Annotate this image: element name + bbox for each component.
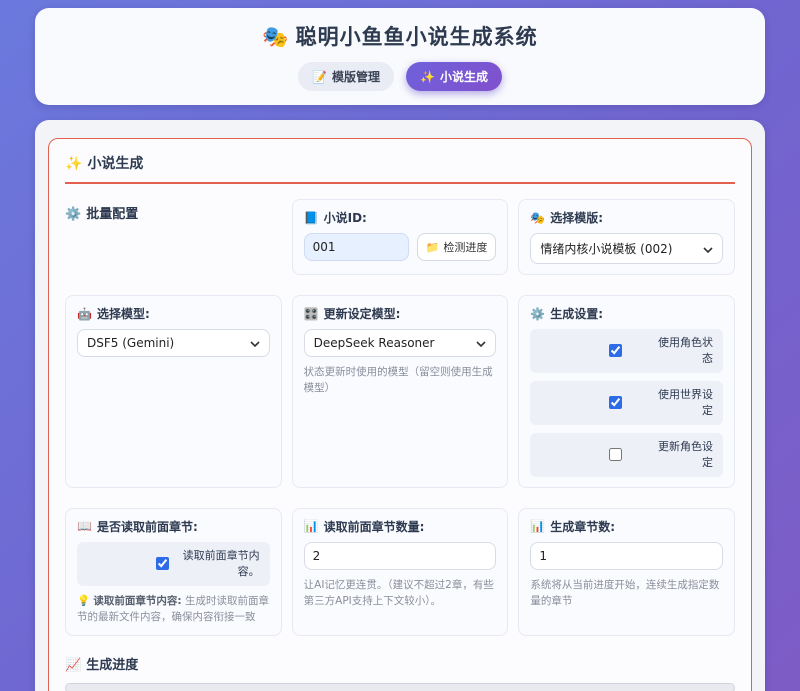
update-model-card: 🎛️ 更新设定模型: DeepSeek Reasoner 状态更新时使用的模型（… [292, 295, 509, 488]
chart-increasing-icon: 📈 [65, 658, 81, 673]
progress-bar [65, 683, 735, 691]
chevron-down-icon [476, 336, 486, 350]
check-progress-button[interactable]: 📁 检测进度 [417, 233, 497, 261]
update-model-select-value: DeepSeek Reasoner [314, 336, 435, 350]
gear-icon: ⚙️ [65, 207, 81, 222]
novel-id-label: 📘 小说ID: [304, 209, 497, 226]
batch-config-heading: ⚙️ 批量配置 [65, 199, 282, 275]
previous-chapter-count-label: 📊 读取前面章节数量: [304, 518, 497, 535]
use-world-setting-label: 使用世界设定 [655, 387, 713, 419]
novel-generation-panel: ✨ 小说生成 ⚙️ 批量配置 📘 小说ID: 📁 检测进度 [48, 138, 752, 691]
use-character-state-row: 使用角色状态 [530, 329, 723, 373]
novel-id-row: 📁 检测进度 [304, 233, 497, 261]
novel-id-input[interactable] [304, 233, 409, 261]
theater-masks-icon: 🎭 [530, 211, 545, 225]
generation-settings-card: ⚙️ 生成设置: 使用角色状态 使用世界设定 更新角色设定 [518, 295, 735, 488]
panel-title-text: 小说生成 [87, 156, 143, 172]
generation-settings-label: ⚙️ 生成设置: [530, 305, 723, 322]
tab-template-management[interactable]: 📝 模版管理 [298, 62, 394, 91]
template-select[interactable]: 情绪内核小说模板 (002) [530, 233, 723, 264]
generate-chapter-count-label-text: 生成章节数: [550, 518, 615, 535]
use-character-state-label: 使用角色状态 [655, 335, 713, 367]
template-label-text: 选择模版: [550, 209, 603, 226]
check-progress-label: 检测进度 [443, 239, 487, 255]
generation-settings-label-text: 生成设置: [550, 305, 603, 322]
read-previous-hint: 💡 读取前面章节内容: 生成时读取前面章节的最新文件内容，确保内容衔接一致 [77, 593, 270, 626]
read-previous-content-checkbox[interactable] [156, 557, 169, 570]
gear-icon: ⚙️ [530, 307, 545, 321]
model-label: 🤖 选择模型: [77, 305, 270, 322]
generate-chapter-count-input[interactable] [530, 542, 723, 570]
read-previous-chapters-card: 📖 是否读取前面章节: 读取前面章节内容。 💡 读取前面章节内容: 生成时读取前… [65, 508, 282, 636]
blue-book-icon: 📘 [304, 211, 319, 225]
update-model-label-text: 更新设定模型: [324, 305, 401, 322]
open-book-icon: 📖 [77, 519, 92, 533]
memo-icon: 📝 [312, 70, 327, 84]
batch-config-grid: ⚙️批量配置 📘 小说ID: 📁 检测进度 🎭 选 [65, 199, 735, 636]
tab-label: 小说生成 [440, 68, 488, 85]
template-label: 🎭 选择模版: [530, 209, 723, 226]
theater-masks-icon: 🎭 [262, 25, 289, 49]
model-select-card: 🤖 选择模型: DSF5 (Gemini) [65, 295, 282, 488]
sparkles-icon: ✨ [420, 70, 435, 84]
chevron-down-icon [250, 336, 260, 350]
generate-chapter-count-card: 📊 生成章节数: 系统将从当前进度开始，连续生成指定数量的章节 [518, 508, 735, 636]
read-previous-chapters-label: 📖 是否读取前面章节: [77, 518, 270, 535]
template-select-value: 情绪内核小说模板 (002) [540, 240, 672, 257]
bar-chart-icon: 📊 [304, 519, 319, 533]
light-bulb-icon: 💡 [77, 595, 90, 607]
update-character-setting-checkbox[interactable] [609, 448, 622, 461]
update-model-select[interactable]: DeepSeek Reasoner [304, 329, 497, 357]
use-world-setting-row: 使用世界设定 [530, 381, 723, 425]
robot-icon: 🤖 [77, 307, 92, 321]
folder-icon: 📁 [426, 241, 440, 254]
use-character-state-checkbox[interactable] [609, 344, 622, 357]
read-previous-content-label: 读取前面章节内容。 [182, 548, 260, 580]
panel-title: ✨ 小说生成 [65, 153, 735, 184]
nav-tabs: 📝 模版管理 ✨ 小说生成 [35, 62, 765, 91]
app-title-text: 聪明小鱼鱼小说生成系统 [296, 25, 538, 49]
app-header: 🎭 聪明小鱼鱼小说生成系统 📝 模版管理 ✨ 小说生成 [35, 8, 765, 105]
chevron-down-icon [703, 242, 713, 256]
batch-config-heading-text: 批量配置 [86, 207, 138, 222]
model-select[interactable]: DSF5 (Gemini) [77, 329, 270, 357]
read-previous-chapters-label-text: 是否读取前面章节: [97, 518, 198, 535]
template-select-card: 🎭 选择模版: 情绪内核小说模板 (002) [518, 199, 735, 275]
tab-novel-generation[interactable]: ✨ 小说生成 [406, 62, 502, 91]
update-model-hint: 状态更新时使用的模型（留空则使用生成模型） [304, 364, 497, 397]
use-world-setting-checkbox[interactable] [609, 396, 622, 409]
read-previous-content-row: 读取前面章节内容。 [77, 542, 270, 586]
update-model-label: 🎛️ 更新设定模型: [304, 305, 497, 322]
previous-chapter-count-card: 📊 读取前面章节数量: 让AI记忆更连贯。（建议不超过2章，有些第三方API支持… [292, 508, 509, 636]
main-container: ✨ 小说生成 ⚙️ 批量配置 📘 小说ID: 📁 检测进度 [35, 120, 765, 691]
model-select-value: DSF5 (Gemini) [87, 336, 174, 350]
generate-chapter-count-hint: 系统将从当前进度开始，连续生成指定数量的章节 [530, 577, 723, 610]
update-character-setting-row: 更新角色设定 [530, 433, 723, 477]
previous-chapter-count-input[interactable] [304, 542, 497, 570]
bar-chart-icon: 📊 [530, 519, 545, 533]
previous-chapter-count-hint: 让AI记忆更连贯。（建议不超过2章，有些第三方API支持上下文较小）。 [304, 577, 497, 610]
progress-heading: 📈 生成进度 [65, 654, 735, 673]
tab-label: 模版管理 [332, 68, 380, 85]
previous-chapter-count-label-text: 读取前面章节数量: [324, 518, 425, 535]
read-previous-hint-bold: 读取前面章节内容: [93, 595, 181, 607]
model-label-text: 选择模型: [97, 305, 150, 322]
generate-chapter-count-label: 📊 生成章节数: [530, 518, 723, 535]
sparkles-icon: ✨ [65, 156, 82, 172]
novel-id-label-text: 小说ID: [324, 209, 367, 226]
novel-id-card: 📘 小说ID: 📁 检测进度 [292, 199, 509, 275]
control-knobs-icon: 🎛️ [304, 307, 319, 321]
progress-heading-text: 生成进度 [86, 658, 138, 673]
app-title: 🎭 聪明小鱼鱼小说生成系统 [35, 21, 765, 51]
update-character-setting-label: 更新角色设定 [655, 439, 713, 471]
